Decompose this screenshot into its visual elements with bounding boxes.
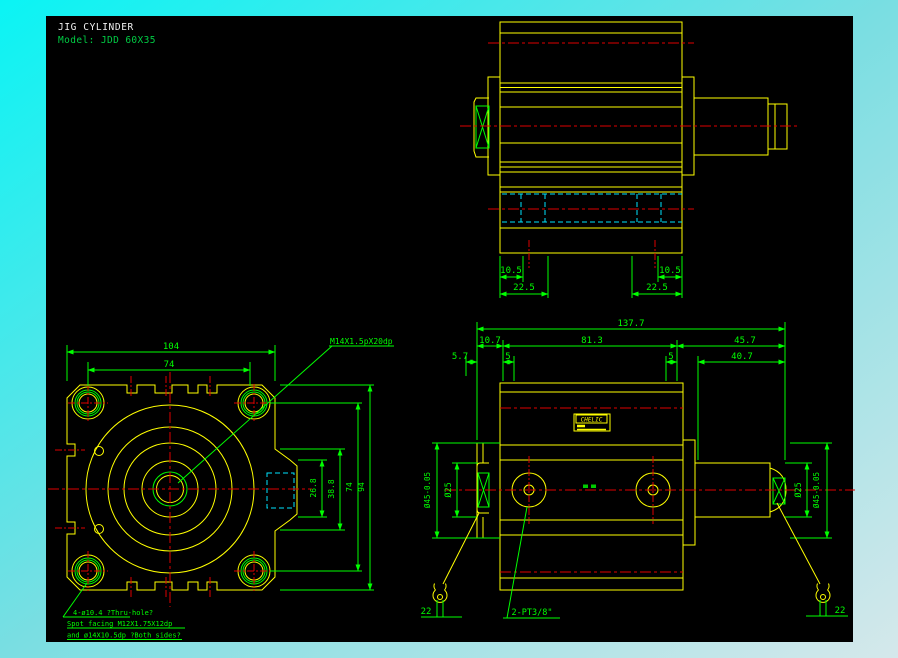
drawing-title: JIG CYLINDER xyxy=(58,22,134,33)
port-thread-callout: 2-PT3/8" xyxy=(512,608,553,618)
dim-top-right-inner: 10.5 xyxy=(659,266,681,276)
dim-wrench-right: 22 xyxy=(835,606,846,616)
dim-left-offset: 10.7 xyxy=(479,336,501,346)
dim-step-right: 5 xyxy=(668,352,673,362)
dim-wrench-left: 22 xyxy=(421,607,432,617)
dim-port-inner: 26.8 xyxy=(309,478,318,497)
dim-top-right-outer: 22.5 xyxy=(646,283,668,293)
thread-callout: M14X1.5pX20dp xyxy=(330,337,393,346)
dim-overall-length: 137.7 xyxy=(617,319,644,329)
dim-port-outer: 38.8 xyxy=(327,479,336,498)
dia-left-inner: Ø25 xyxy=(443,482,454,497)
dim-top-left-inner: 10.5 xyxy=(500,266,522,276)
dim-top-left-outer: 22.5 xyxy=(513,283,535,293)
cad-window: JIG CYLINDER Model: JDD 60X35 10.5 22.5 … xyxy=(0,0,898,658)
note-line-3: and ø14X10.5dp ?Both sides? xyxy=(67,632,181,640)
dia-right-outer: Ø45-0.05 xyxy=(812,472,821,508)
cad-drawing: JIG CYLINDER Model: JDD 60X35 10.5 22.5 … xyxy=(0,0,898,658)
dia-left-outer: Ø45-0.05 xyxy=(423,472,432,508)
drawing-model: Model: JDD 60X35 xyxy=(58,35,156,46)
dia-right-inner: Ø25 xyxy=(793,482,804,497)
dim-body-length: 81.3 xyxy=(581,336,603,346)
note-line-2: Spot facing M12X1.75X12dp xyxy=(67,620,172,628)
dim-height-inner: 74 xyxy=(345,482,354,492)
dim-height-overall: 94 xyxy=(357,482,366,492)
dim-width-overall: 104 xyxy=(163,342,179,352)
dim-rod-side: 45.7 xyxy=(734,336,756,346)
dim-width-inner: 74 xyxy=(164,360,175,370)
dim-step-left: 5 xyxy=(505,352,510,362)
dim-rod-length: 40.7 xyxy=(731,352,753,362)
nameplate-logo-text: CHELIC xyxy=(581,417,603,424)
dim-flange-thickness: 5.7 xyxy=(452,352,468,362)
note-line-1: 4-ø10.4 ?Thru-hole? xyxy=(73,609,153,617)
